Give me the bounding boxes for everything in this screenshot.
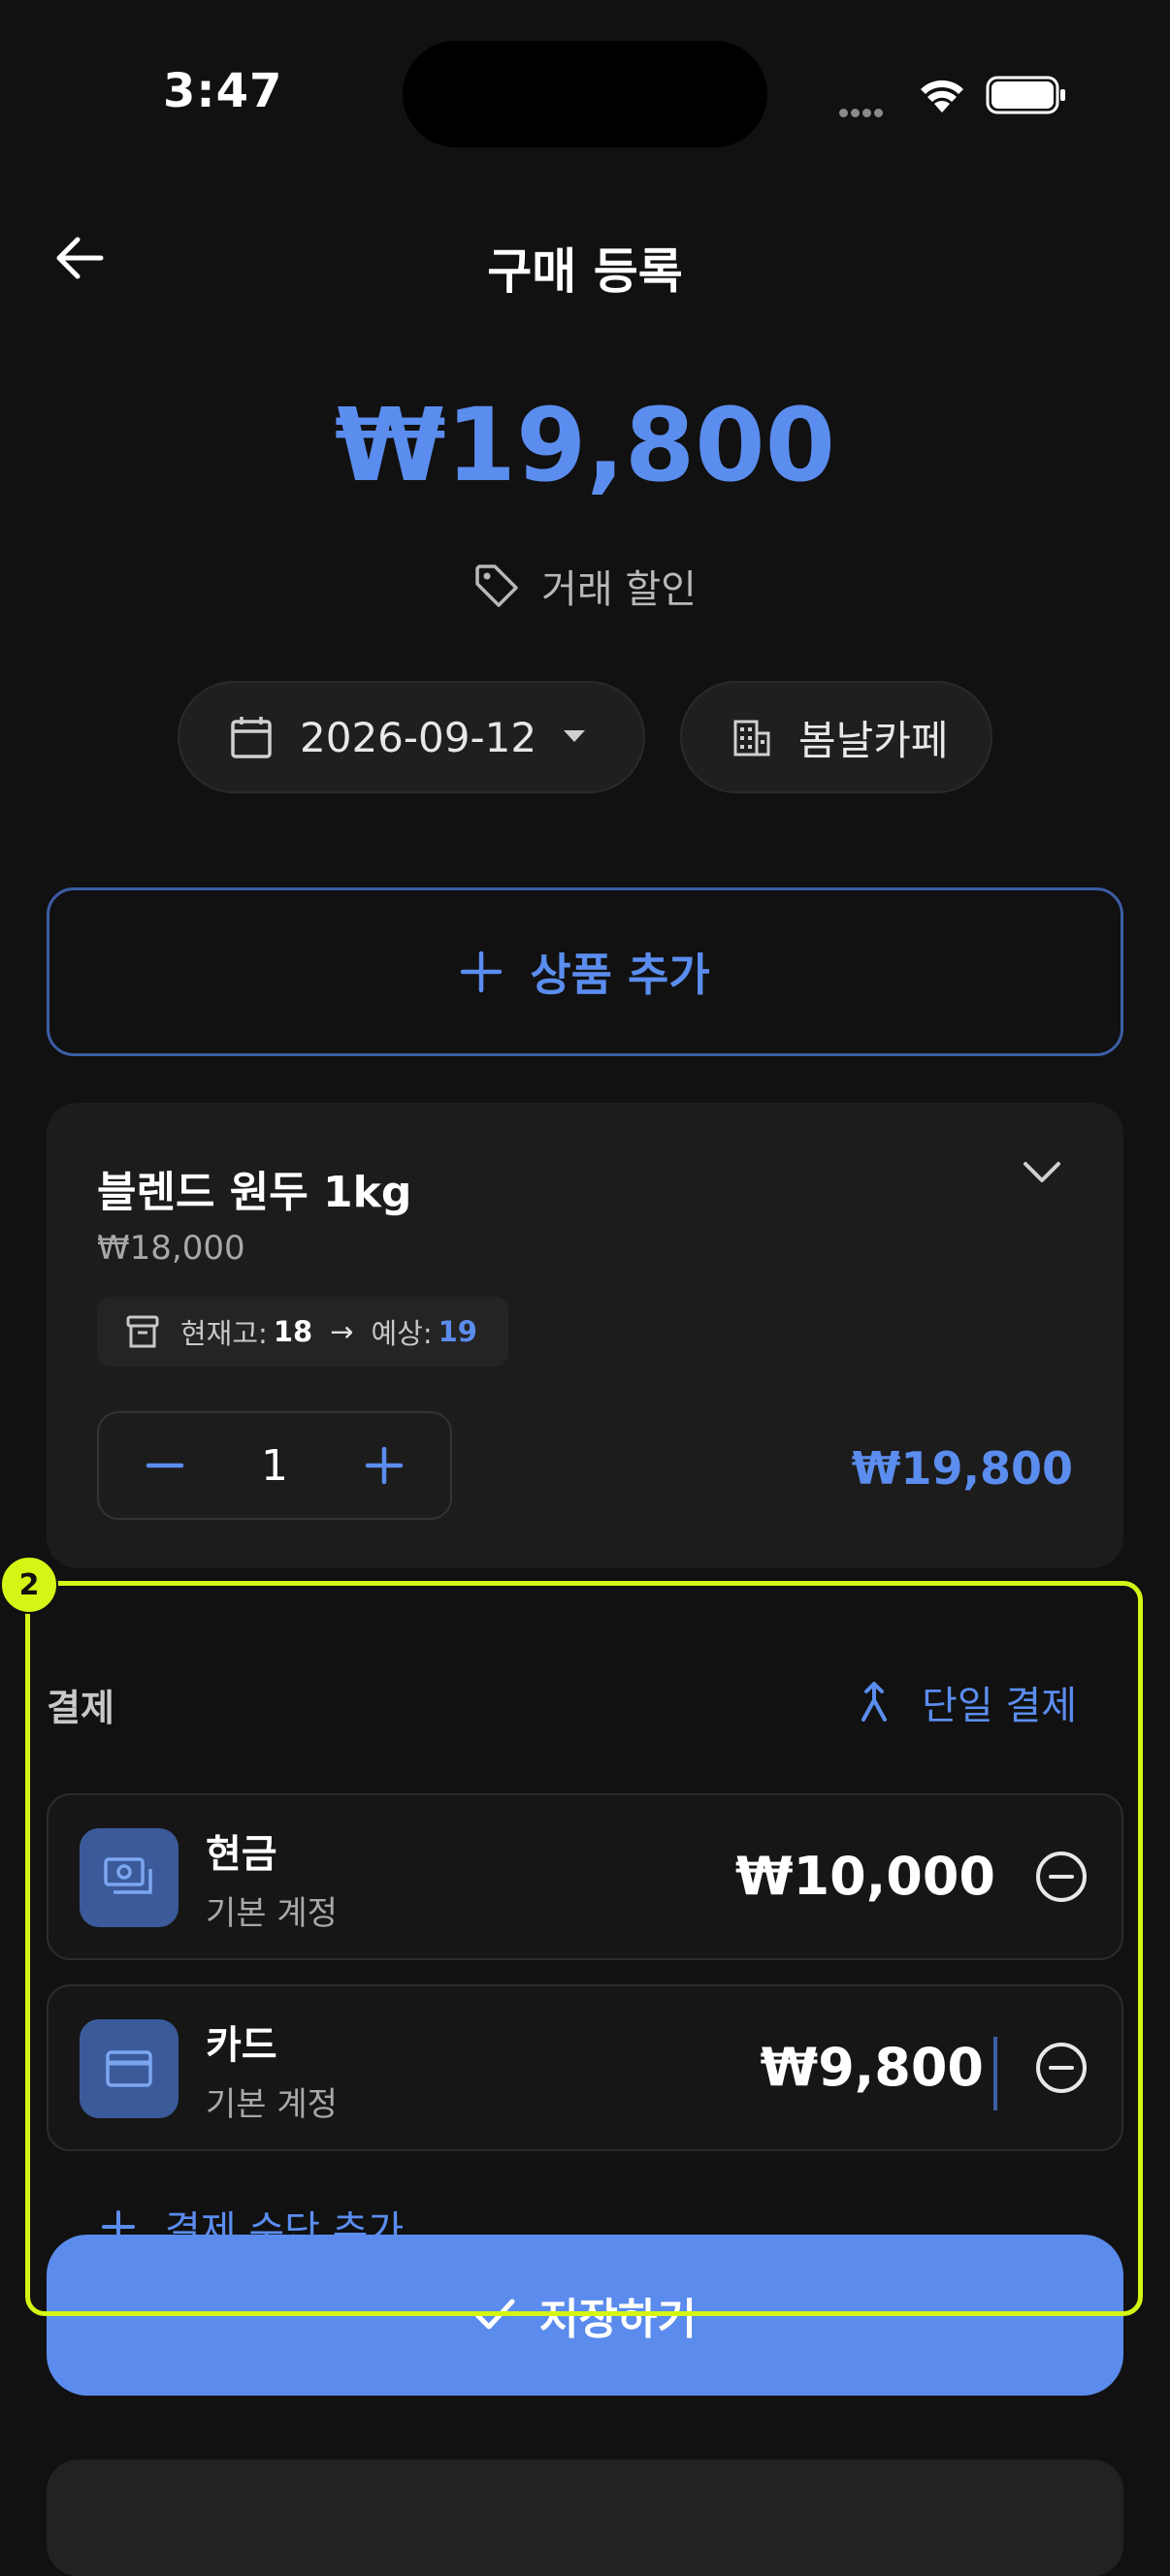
arrow-right-icon: → bbox=[330, 1315, 354, 1348]
plus-icon bbox=[461, 950, 503, 993]
tag-icon bbox=[475, 564, 518, 607]
expected-value: 19 bbox=[438, 1315, 477, 1348]
stock-label: 현재고: bbox=[180, 1317, 268, 1350]
building-icon bbox=[733, 720, 770, 757]
annotation-badge: 2 bbox=[0, 1556, 58, 1614]
product-name: 블렌드 원두 1kg bbox=[97, 1168, 412, 1217]
discount-label: 거래 할인 bbox=[541, 567, 697, 612]
expected-label: 예상: bbox=[371, 1317, 433, 1350]
date-value: 2026-09-12 bbox=[300, 713, 537, 761]
total-amount: ₩19,800 bbox=[334, 386, 836, 504]
plus-icon[interactable] bbox=[365, 1446, 404, 1485]
stock-value: 18 bbox=[273, 1315, 313, 1348]
store-value: 봄날카페 bbox=[798, 716, 949, 764]
product-card: 블렌드 원두 1kg ₩18,000 현재고: 18 → 예상: 19 1 ₩1… bbox=[47, 1103, 1123, 1568]
chevron-down-icon bbox=[1024, 1162, 1060, 1182]
caret-down-icon bbox=[564, 730, 586, 742]
dynamic-island bbox=[403, 41, 767, 147]
calendar-icon bbox=[231, 717, 272, 758]
battery-icon bbox=[986, 76, 1067, 118]
bottom-card bbox=[47, 2460, 1123, 2576]
add-product-label: 상품 추가 bbox=[530, 949, 710, 1001]
date-picker[interactable]: 2026-09-12 bbox=[178, 681, 645, 793]
line-total: ₩19,800 bbox=[851, 1442, 1073, 1495]
store-selector[interactable]: 봄날카페 bbox=[680, 681, 992, 793]
highlight-box bbox=[25, 1581, 1143, 2316]
signal-dots-icon bbox=[839, 103, 886, 121]
page-title: 구매 등록 bbox=[487, 243, 683, 300]
minus-icon[interactable] bbox=[146, 1446, 184, 1485]
archive-box-icon bbox=[126, 1315, 159, 1348]
product-price: ₩18,000 bbox=[97, 1229, 245, 1268]
stock-info: 현재고: 18 → 예상: 19 bbox=[97, 1297, 508, 1367]
quantity-stepper: 1 bbox=[97, 1411, 452, 1520]
expand-button[interactable] bbox=[1023, 1161, 1061, 1188]
wifi-icon bbox=[918, 76, 966, 118]
add-product-button[interactable]: 상품 추가 bbox=[47, 887, 1123, 1056]
discount-button[interactable]: 거래 할인 bbox=[0, 558, 1170, 614]
status-time: 3:47 bbox=[163, 64, 283, 118]
quantity-value[interactable]: 1 bbox=[261, 1441, 288, 1491]
